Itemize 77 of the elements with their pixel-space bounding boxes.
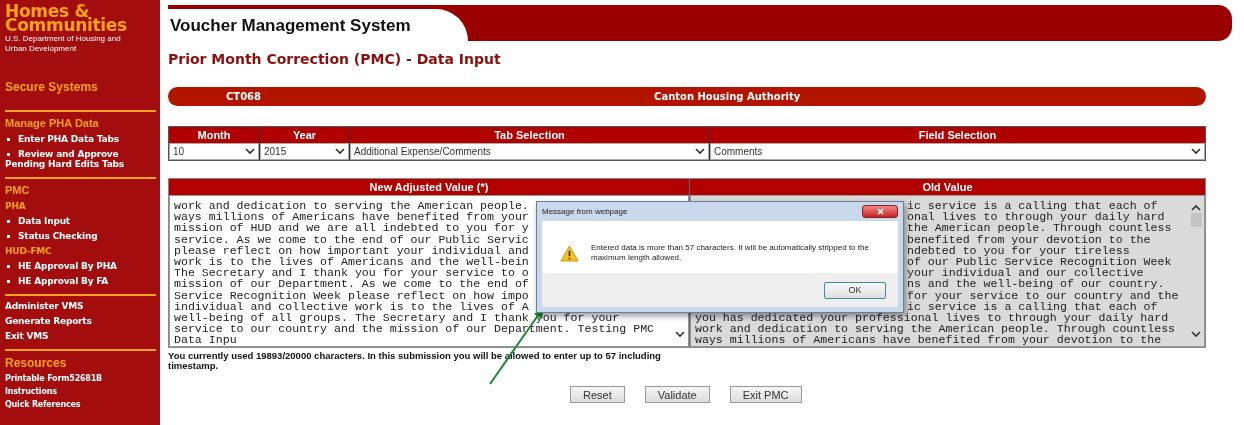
nav-link[interactable]: Data Input: [5, 216, 156, 226]
section-heading: PMC: [5, 184, 31, 196]
page-title: Prior Month Correction (PMC) - Data Input: [168, 51, 502, 67]
section-heading: Manage PHA Data: [5, 117, 100, 129]
text-line: work is to the lives of Americans and the well-bein: [174, 255, 529, 268]
nav-subheading: PHA: [5, 201, 27, 211]
text-line: mission of our Department. As we come to the end of: [174, 277, 529, 291]
text-line: mission of HUD and we are all indebted to you for y: [174, 221, 529, 235]
column-header: Month: [169, 127, 259, 143]
agency-name: U.S. Department of Housing and Urban Development: [5, 34, 122, 54]
resource-link[interactable]: Printable Form52681B: [5, 375, 156, 383]
section-heading: Resources: [5, 356, 68, 370]
text-line: for your service to our country and the: [907, 288, 1179, 302]
bullet-icon: [7, 264, 10, 268]
chevron-down-icon[interactable]: [245, 148, 255, 155]
text-line: ns and the well-being of our country.: [907, 277, 1165, 291]
text-line: Data Inpu: [174, 333, 237, 346]
resource-link[interactable]: Quick References: [5, 401, 156, 409]
bullet-icon: [7, 234, 10, 238]
close-button[interactable]: [862, 205, 898, 218]
text-line: of our Public Service Recognition Week: [907, 255, 1172, 268]
app-title: Voucher Management System: [168, 9, 468, 41]
select-field[interactable]: Additional Expense/Comments: [350, 143, 709, 160]
nav-subheading: HUD-FMC: [5, 246, 53, 256]
nav-link[interactable]: HE Approval By PHA: [5, 261, 156, 271]
nav-link[interactable]: Status Checking: [5, 231, 156, 241]
ok-button[interactable]: OK: [824, 281, 886, 299]
text-line: service. As we come to the end of our Public Servic: [174, 232, 529, 246]
form-button[interactable]: Exit PMC: [729, 386, 802, 403]
text-line: work and dedication to serving the American people. Through countless: [695, 322, 1176, 336]
bullet-icon: [7, 152, 10, 156]
text-line: your individual and our collective: [907, 266, 1144, 280]
pha-code: CT068: [226, 91, 262, 102]
text-line: ways millions of Americans have benefited from your: [174, 210, 529, 224]
section-heading: Secure Systems: [5, 80, 99, 94]
chevron-down-icon[interactable]: [1191, 148, 1201, 155]
nav-link[interactable]: Generate Reports: [5, 316, 156, 326]
bullet-icon: [7, 279, 10, 283]
text-line: The Secretary and I thank you for your service to o: [174, 266, 529, 280]
scroll-down-icon[interactable]: [1191, 331, 1201, 338]
text-line: you has dedicated your professional lives to through your daily hard: [695, 311, 1169, 325]
form-button[interactable]: Validate: [644, 386, 710, 403]
column-header: Field Selection: [710, 127, 1205, 143]
form-button[interactable]: Reset: [570, 386, 625, 403]
chevron-down-icon[interactable]: [695, 148, 705, 155]
bullet-icon: [7, 219, 10, 223]
close-icon: [876, 208, 884, 215]
text-line: please reflect on how important your individual and: [174, 243, 529, 257]
text-line: onal lives to through your daily hard: [907, 210, 1165, 224]
nav-link[interactable]: HE Approval By FA: [5, 276, 156, 286]
text-line: benefited from your devotion to the: [907, 232, 1151, 246]
chevron-down-icon[interactable]: [335, 148, 345, 155]
dialog-title: Message from webpage: [542, 207, 628, 216]
text-line: work and dedication to serving the American people.: [174, 199, 529, 212]
pha-name: Canton Housing Authority: [654, 91, 801, 102]
logo-text: Homes &: [5, 4, 90, 18]
resource-link[interactable]: Instructions: [5, 388, 156, 396]
nav-link[interactable]: Review and Approve Pending Hard Edits Tabs: [5, 149, 156, 169]
text-line: ways millions of Americans have benefited from your devotion to the: [695, 333, 1162, 346]
column-header: Year: [260, 127, 349, 143]
logo-text: Communities: [5, 18, 128, 32]
nav-link[interactable]: Administer VMS: [5, 301, 156, 311]
column-header: Old Value: [690, 179, 1205, 195]
text-line: Service Recognition Week please reflect on how impo: [174, 288, 529, 302]
column-header: Tab Selection: [350, 127, 709, 143]
select-field[interactable]: Comments: [710, 143, 1205, 160]
bullet-icon: [7, 137, 10, 141]
scroll-up-icon[interactable]: [1191, 204, 1201, 211]
scroll-down-icon[interactable]: [675, 331, 685, 338]
dialog-message: Entered data is more than 57 characters. It will be automatically stripped to the maximum length allowed.: [591, 243, 870, 263]
select-field[interactable]: 2015: [260, 143, 349, 160]
column-header: New Adjusted Value (*): [169, 179, 689, 195]
select-field[interactable]: 10: [169, 143, 259, 160]
nav-link[interactable]: Exit VMS: [5, 331, 156, 341]
nav-link[interactable]: Enter PHA Data Tabs: [5, 134, 156, 144]
text-line: the American people. Through countless: [907, 221, 1172, 235]
text-line: ic service is a calling that each of: [907, 199, 1158, 212]
